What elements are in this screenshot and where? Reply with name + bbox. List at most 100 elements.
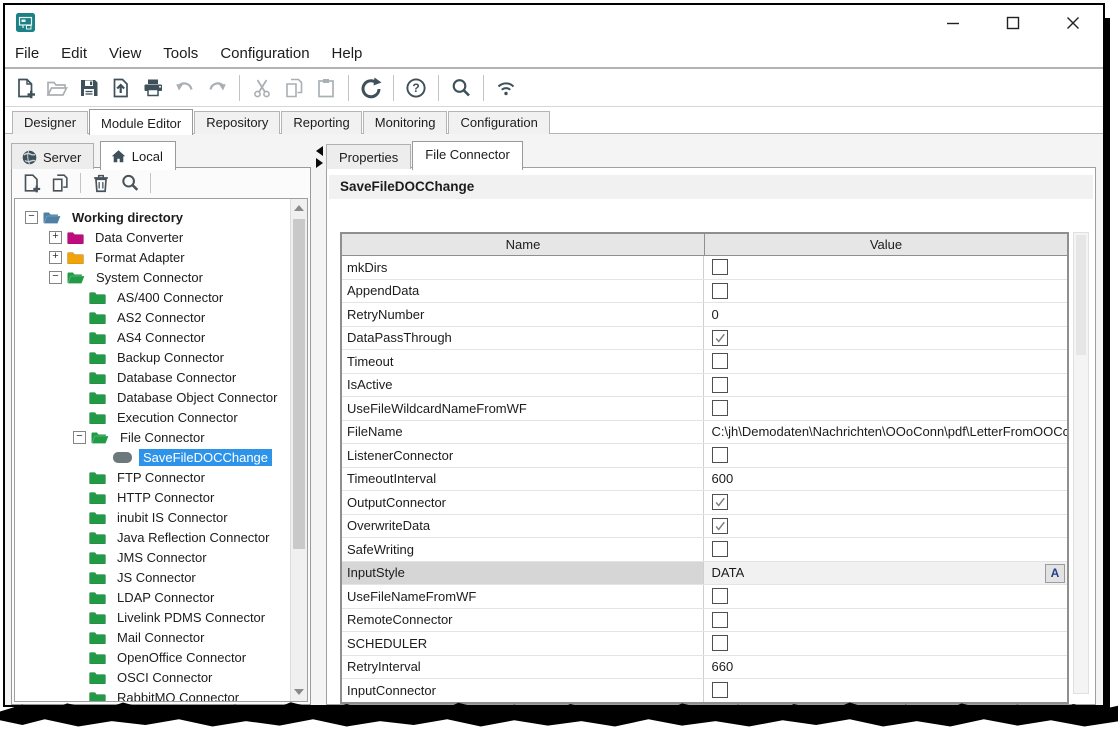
tree-item-working-directory[interactable]: −Working directory xyxy=(15,207,291,227)
property-value[interactable]: C:\jh\Demodaten\Nachrichten\OOoConn\pdf\… xyxy=(703,421,1068,444)
collapse-expander-icon[interactable]: − xyxy=(73,431,86,444)
tree-item-database-connector[interactable]: Database Connector xyxy=(15,367,291,387)
property-row-isactive[interactable]: IsActive xyxy=(342,374,1067,398)
tree-item-as-400-connector[interactable]: AS/400 Connector xyxy=(15,287,291,307)
property-row-listenerconnector[interactable]: ListenerConnector xyxy=(342,444,1067,468)
property-row-datapassthrough[interactable]: DataPassThrough xyxy=(342,327,1067,351)
tree-item-system-connector[interactable]: −System Connector xyxy=(15,267,291,287)
property-row-overwritedata[interactable]: OverwriteData xyxy=(342,515,1067,539)
property-value[interactable] xyxy=(703,280,1068,303)
tree-item-execution-connector[interactable]: Execution Connector xyxy=(15,407,291,427)
property-value[interactable] xyxy=(703,585,1068,608)
checkbox-checked[interactable] xyxy=(712,518,728,534)
collapse-left-icon[interactable] xyxy=(316,146,323,156)
close-button[interactable] xyxy=(1061,11,1085,35)
maximize-button[interactable] xyxy=(1001,11,1025,35)
tree-item-livelink-pdms-connector[interactable]: Livelink PDMS Connector xyxy=(15,607,291,627)
property-row-scheduler[interactable]: SCHEDULER xyxy=(342,632,1067,656)
checkin-document-button[interactable] xyxy=(107,73,135,103)
property-value[interactable] xyxy=(703,256,1068,279)
scroll-thumb[interactable] xyxy=(293,219,305,549)
tree-item-openoffice-connector[interactable]: OpenOffice Connector xyxy=(15,647,291,667)
print-button[interactable] xyxy=(139,73,167,103)
property-row-appenddata[interactable]: AppendData xyxy=(342,280,1067,304)
tab-server[interactable]: Server xyxy=(11,143,94,169)
menu-tools[interactable]: Tools xyxy=(163,41,209,66)
tree-item-data-converter[interactable]: +Data Converter xyxy=(15,227,291,247)
property-row-outputconnector[interactable]: OutputConnector xyxy=(342,491,1067,515)
collapse-right-icon[interactable] xyxy=(316,158,323,168)
copy-button[interactable] xyxy=(280,73,308,103)
property-row-mkdirs[interactable]: mkDirs xyxy=(342,256,1067,280)
tree-item-format-adapter[interactable]: +Format Adapter xyxy=(15,247,291,267)
menu-help[interactable]: Help xyxy=(332,41,374,66)
property-row-timeoutinterval[interactable]: TimeoutInterval600 xyxy=(342,468,1067,492)
tab-module-editor[interactable]: Module Editor xyxy=(89,109,193,135)
copy-module-button[interactable] xyxy=(47,170,73,196)
search-button[interactable] xyxy=(447,73,475,103)
tree-item-rabbitmq-connector[interactable]: RabbitMQ Connector xyxy=(15,687,291,701)
property-value[interactable]: 660 xyxy=(703,656,1068,679)
search-module-button[interactable] xyxy=(117,170,143,196)
property-row-inputconnector[interactable]: InputConnector xyxy=(342,679,1067,702)
checkbox-unchecked[interactable] xyxy=(712,353,728,369)
paste-button[interactable] xyxy=(312,73,340,103)
expand-expander-icon[interactable]: + xyxy=(49,251,62,264)
tree-item-java-reflection-connector[interactable]: Java Reflection Connector xyxy=(15,527,291,547)
property-value[interactable]: DATAA xyxy=(703,562,1068,585)
tab-properties[interactable]: Properties xyxy=(326,144,411,169)
scroll-up-icon[interactable] xyxy=(294,205,304,211)
property-value[interactable] xyxy=(703,632,1068,655)
property-row-usefilewildcardnamefromwf[interactable]: UseFileWildcardNameFromWF xyxy=(342,397,1067,421)
tab-local[interactable]: Local xyxy=(100,141,176,170)
tree-scrollbar[interactable] xyxy=(290,199,307,701)
tree-item-as4-connector[interactable]: AS4 Connector xyxy=(15,327,291,347)
checkbox-unchecked[interactable] xyxy=(712,259,728,275)
checkbox-unchecked[interactable] xyxy=(712,612,728,628)
property-value[interactable]: 0 xyxy=(703,303,1068,326)
property-row-retryinterval[interactable]: RetryInterval660 xyxy=(342,656,1067,680)
property-row-remoteconnector[interactable]: RemoteConnector xyxy=(342,609,1067,633)
tab-configuration[interactable]: Configuration xyxy=(448,111,549,134)
menu-view[interactable]: View xyxy=(109,41,152,66)
checkbox-checked[interactable] xyxy=(712,330,728,346)
property-value[interactable] xyxy=(703,491,1068,514)
tree-item-ldap-connector[interactable]: LDAP Connector xyxy=(15,587,291,607)
tab-monitoring[interactable]: Monitoring xyxy=(363,111,448,134)
tab-reporting[interactable]: Reporting xyxy=(281,111,361,134)
checkbox-unchecked[interactable] xyxy=(712,588,728,604)
property-value[interactable] xyxy=(703,609,1068,632)
property-row-inputstyle[interactable]: InputStyleDATAA xyxy=(342,562,1067,586)
property-row-retrynumber[interactable]: RetryNumber0 xyxy=(342,303,1067,327)
redo-button[interactable] xyxy=(203,73,231,103)
open-editor-button[interactable]: A xyxy=(1045,564,1065,583)
property-value[interactable] xyxy=(703,515,1068,538)
tree-item-savefiledocchange[interactable]: SaveFileDOCChange xyxy=(15,447,291,467)
menu-configuration[interactable]: Configuration xyxy=(220,41,320,66)
checkbox-unchecked[interactable] xyxy=(712,377,728,393)
tree-item-osci-connector[interactable]: OSCI Connector xyxy=(15,667,291,687)
scroll-down-icon[interactable] xyxy=(294,689,304,695)
property-value[interactable]: 600 xyxy=(703,468,1068,491)
property-value[interactable] xyxy=(703,679,1068,702)
property-value[interactable] xyxy=(703,327,1068,350)
checkbox-unchecked[interactable] xyxy=(712,541,728,557)
scroll-thumb[interactable] xyxy=(1076,235,1086,355)
property-value[interactable] xyxy=(703,350,1068,373)
tree-item-file-connector[interactable]: −File Connector xyxy=(15,427,291,447)
tree-item-ftp-connector[interactable]: FTP Connector xyxy=(15,467,291,487)
menu-edit[interactable]: Edit xyxy=(61,41,98,66)
new-document-button[interactable] xyxy=(11,73,39,103)
checkbox-unchecked[interactable] xyxy=(712,635,728,651)
table-scrollbar[interactable] xyxy=(1073,232,1089,694)
tree-item-backup-connector[interactable]: Backup Connector xyxy=(15,347,291,367)
tree-item-inubit-is-connector[interactable]: inubit IS Connector xyxy=(15,507,291,527)
tree-item-http-connector[interactable]: HTTP Connector xyxy=(15,487,291,507)
property-row-filename[interactable]: FileNameC:\jh\Demodaten\Nachrichten\OOoC… xyxy=(342,421,1067,445)
help-button[interactable]: ? xyxy=(402,73,430,103)
tab-designer[interactable]: Designer xyxy=(12,111,88,134)
checkbox-unchecked[interactable] xyxy=(712,283,728,299)
checkbox-checked[interactable] xyxy=(712,494,728,510)
property-value[interactable] xyxy=(703,374,1068,397)
checkbox-unchecked[interactable] xyxy=(712,447,728,463)
